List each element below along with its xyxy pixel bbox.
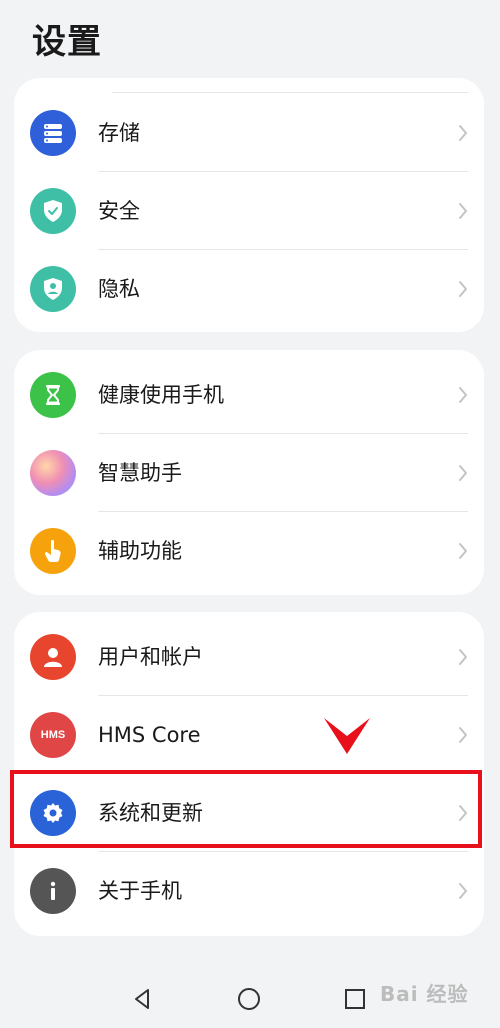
privacy-shield-icon: [30, 266, 76, 312]
arrow-pointer-icon: [322, 714, 372, 762]
info-icon: [30, 868, 76, 914]
highlight-annotation-box: [10, 770, 482, 848]
hms-icon-text: HMS: [40, 729, 66, 741]
user-icon: [30, 634, 76, 680]
settings-group-1: 存储 安全 隐私: [14, 78, 484, 332]
chevron-right-icon: [456, 878, 470, 904]
page-title: 设置: [32, 22, 102, 62]
shield-check-icon: [30, 188, 76, 234]
watermark: Bai 经验: [380, 982, 469, 1006]
settings-item-users-accounts[interactable]: 用户和帐户: [14, 618, 484, 696]
chevron-right-icon: [456, 644, 470, 670]
chevron-right-icon: [456, 460, 470, 486]
settings-item-digital-balance[interactable]: 健康使用手机: [14, 356, 484, 434]
settings-item-label: 隐私: [98, 277, 140, 301]
assistant-orb-icon: [30, 450, 76, 496]
chevron-right-icon: [456, 538, 470, 564]
back-icon[interactable]: [125, 982, 159, 1016]
settings-item-accessibility[interactable]: 辅助功能: [14, 512, 484, 590]
hand-pointer-icon: [30, 528, 76, 574]
hms-icon: HMS: [30, 712, 76, 758]
settings-item-storage[interactable]: 存储: [14, 94, 484, 172]
settings-item-privacy[interactable]: 隐私: [14, 250, 484, 328]
settings-item-security[interactable]: 安全: [14, 172, 484, 250]
settings-item-label: 健康使用手机: [98, 383, 224, 407]
storage-icon: [30, 110, 76, 156]
settings-item-label: 用户和帐户: [98, 645, 203, 669]
settings-item-label: 关于手机: [98, 879, 182, 903]
chevron-right-icon: [456, 722, 470, 748]
recents-icon[interactable]: [338, 982, 372, 1016]
settings-item-label: 辅助功能: [98, 539, 182, 563]
settings-item-hms-core[interactable]: HMS HMS Core: [14, 696, 484, 774]
settings-item-about-phone[interactable]: 关于手机: [14, 852, 484, 930]
settings-group-2: 健康使用手机 智慧助手 辅助功能: [14, 350, 484, 595]
settings-item-label: 安全: [98, 199, 140, 223]
chevron-right-icon: [456, 382, 470, 408]
chevron-right-icon: [456, 120, 470, 146]
divider: [112, 92, 468, 93]
settings-item-label: 智慧助手: [98, 461, 182, 485]
chevron-right-icon: [456, 276, 470, 302]
home-icon[interactable]: [232, 982, 266, 1016]
settings-item-assistant[interactable]: 智慧助手: [14, 434, 484, 512]
settings-item-label: HMS Core: [98, 723, 201, 747]
settings-item-label: 存储: [98, 121, 140, 145]
chevron-right-icon: [456, 198, 470, 224]
hourglass-icon: [30, 372, 76, 418]
